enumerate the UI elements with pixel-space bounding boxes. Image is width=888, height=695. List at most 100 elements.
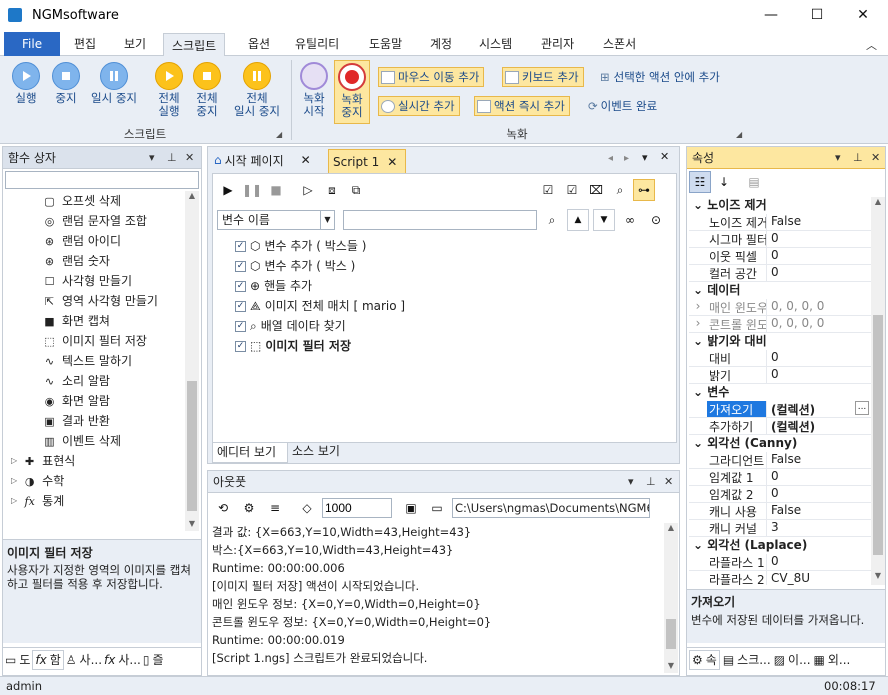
property-row[interactable]: 가져오기 (컬렉션)... [689,401,871,418]
list-item[interactable]: ☐ 사각형 만들기 [43,271,183,291]
tab-account[interactable]: 계정 [422,32,460,56]
checkbox[interactable]: ✓ [235,240,246,252]
scrollbar[interactable]: ▲ ▼ [664,523,678,673]
settings-icon[interactable]: ⚙ [238,497,260,519]
check-icon[interactable]: ☑ [561,179,583,201]
step-icon[interactable]: ▷ [297,179,319,201]
tab-user-fx[interactable]: fx 사... [104,650,141,670]
property-row[interactable]: 노이즈 제거 False [689,214,871,231]
tab-utility[interactable]: 유틸리티 [287,32,347,56]
scroll-up-icon[interactable]: ▲ [871,197,885,206]
property-row[interactable]: › 매인 윈도우 0, 0, 0, 0 [689,299,871,316]
scroll-thumb[interactable] [666,619,676,649]
add-realtime-button[interactable]: 실시간 추가 [378,96,460,116]
stop-all-button[interactable]: 전체 중지 [188,62,226,118]
property-row[interactable]: 대비 0 [689,350,871,367]
checkbox[interactable]: ✓ [235,300,246,312]
tab-edit[interactable]: 편집 [66,32,104,56]
list-item[interactable]: ⬚ 이미지 필터 저장 [43,331,183,351]
tab-editor-view[interactable]: 에디터 보기 [212,443,288,463]
sort-az-icon[interactable]: ↓ [713,171,735,193]
run-button[interactable]: 실행 [6,62,46,105]
search-icon[interactable]: ⌕ [609,179,631,201]
pause-button[interactable]: 일시 중지 [86,62,142,105]
table-row[interactable]: ✓ ⟁ 이미지 전체 매치 [ mario ] [235,296,535,316]
property-category[interactable]: ⌄ 외각선 (Laplace) [689,537,871,554]
record-stop-button[interactable]: 녹화 중지 [334,60,370,124]
tab-favorites[interactable]: ▯ 즐 [143,650,164,670]
delete-icon[interactable]: ⌧ [585,179,607,201]
add-action-now-button[interactable]: 액션 즉시 추가 [474,96,570,116]
scrollbar[interactable]: ▲ ▼ [185,191,199,531]
checkbox[interactable]: ✓ [235,320,246,332]
table-row[interactable]: ✓ ⊕ 핸들 추가 [235,276,535,296]
property-category[interactable]: ⌄ 노이즈 제거 [689,197,871,214]
event-done-button[interactable]: ⟳ 이벤트 완료 [588,98,657,114]
tab-list-icon[interactable]: ▾ [642,151,648,164]
list-item[interactable]: ⊛ 랜덤 아이디 [43,231,183,251]
categorized-icon[interactable]: ☷ [689,171,711,193]
clear-icon[interactable]: ⟲ [212,497,234,519]
add-in-selected-button[interactable]: ⊞ 선택한 액션 안에 추가 [600,69,720,85]
property-row[interactable]: 임계값 20 [689,486,871,503]
property-category[interactable]: ⌄ 외각선 (Canny) [689,435,871,452]
step-over-icon[interactable]: ⧉ [345,179,367,201]
minimize-button[interactable]: — [748,0,794,32]
check-all-icon[interactable]: ☑ [537,179,559,201]
list-item[interactable]: ∿ 소리 알람 [43,371,183,391]
tab-images[interactable]: ▨ 이... [774,650,811,670]
tab-admin[interactable]: 관리자 [533,32,582,56]
property-row[interactable]: 그라디언트 False [689,452,871,469]
close-tab-icon[interactable]: ✕ [387,155,397,169]
property-row[interactable]: 캐니 커널 3 [689,520,871,537]
collapse-ribbon-icon[interactable]: ︿ [866,37,877,53]
list-item[interactable]: ▢ 오프셋 삭제 [43,191,183,211]
close-button[interactable]: ✕ [840,0,886,32]
maximize-button[interactable]: ☐ [794,0,840,32]
ellipsis-button[interactable]: ... [855,401,869,415]
tab-script-1[interactable]: Script 1 ✕ [328,149,406,173]
variable-select[interactable]: 변수 이름 ▼ [217,210,335,230]
tab-scroll-right-icon[interactable]: ▸ [624,153,629,164]
stop-icon[interactable]: ■ [265,179,287,201]
pin-icon[interactable]: ⊥ [853,147,863,169]
tab-view[interactable]: 보기 [116,32,154,56]
dropdown-icon[interactable]: ▾ [149,147,155,169]
tree-group[interactable]: ▷ fx 통계 [11,491,171,511]
scroll-down-icon[interactable]: ▼ [871,571,885,580]
list-item[interactable]: ■ 화면 캡쳐 [43,311,183,331]
scroll-up-icon[interactable]: ▲ [185,191,199,200]
close-tab-icon[interactable]: ✕ [301,153,311,167]
list-item[interactable]: ◎ 랜덤 문자열 조합 [43,211,183,231]
checkbox[interactable]: ✓ [235,260,246,272]
scroll-thumb[interactable] [187,381,197,511]
run-all-button[interactable]: 전체 실행 [150,62,188,118]
list-icon[interactable]: ≡ [264,497,286,519]
folder-icon[interactable]: ▭ [426,497,448,519]
tab-options[interactable]: 옵션 [240,32,278,56]
list-item[interactable]: ⇱ 영역 사각형 만들기 [43,291,183,311]
list-item[interactable]: ⊛ 랜덤 숫자 [43,251,183,271]
tree-view-icon[interactable]: ⊶ [633,179,655,201]
table-row[interactable]: ✓ ⌕ 배열 데이타 찾기 [235,316,535,336]
scroll-thumb[interactable] [873,315,883,555]
eraser-icon[interactable]: ◇ [296,497,318,519]
search-icon[interactable]: ⌕ [541,209,563,231]
close-icon[interactable]: ✕ [185,147,194,169]
step-into-icon[interactable]: ⧈ [321,179,343,201]
tab-user[interactable]: ♙ 사... [66,650,102,670]
tab-scroll-left-icon[interactable]: ◂ [608,153,613,164]
scroll-up-icon[interactable]: ▲ [664,523,678,532]
pause-all-button[interactable]: 전체 일시 중지 [228,62,286,118]
list-item[interactable]: ∿ 텍스트 말하기 [43,351,183,371]
property-row[interactable]: 밝기 0 [689,367,871,384]
list-item[interactable]: ◉ 화면 알람 [43,391,183,411]
scrollbar[interactable]: ▲ ▼ [871,197,885,585]
checkbox[interactable]: ✓ [235,280,246,292]
list-item[interactable]: ▥ 이벤트 삭제 [43,431,183,451]
output-path-field[interactable]: C:\Users\ngmas\Documents\NGM6\ [452,498,650,518]
function-search-input[interactable] [5,171,199,189]
property-category[interactable]: ⌄ 밝기와 대비 [689,333,871,350]
output-count-input[interactable] [322,498,392,518]
pause-icon[interactable]: ❚❚ [241,179,263,201]
